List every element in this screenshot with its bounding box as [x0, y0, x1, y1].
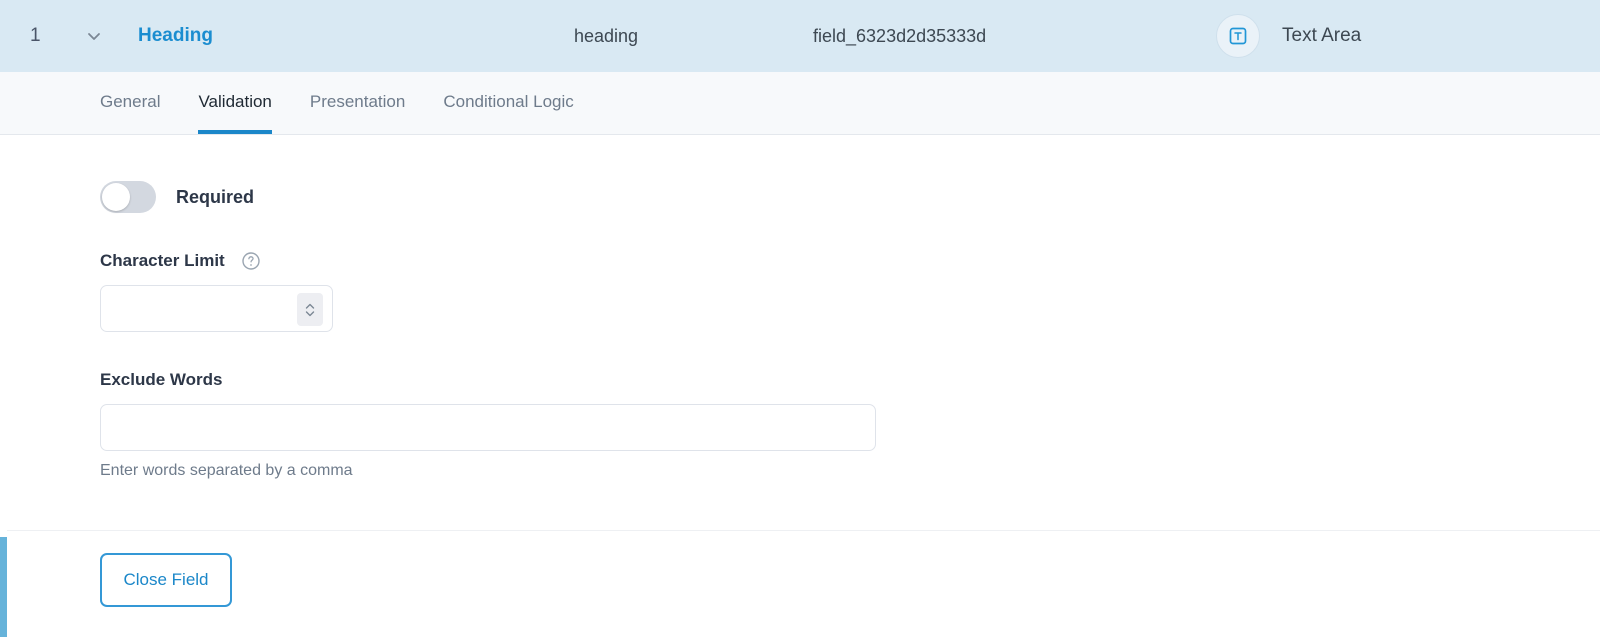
character-limit-group: Character Limit	[100, 251, 1600, 332]
field-header: 1 Heading heading field_6323d2d35333d Te…	[0, 0, 1600, 72]
panel-footer: Close Field	[7, 530, 1600, 637]
close-field-button[interactable]: Close Field	[100, 553, 232, 607]
required-row: Required	[100, 135, 1600, 213]
text-area-icon	[1216, 14, 1260, 58]
validation-panel-body: Required Character Limit Exclude Words E…	[0, 135, 1600, 537]
exclude-words-label: Exclude Words	[100, 370, 223, 389]
field-type: Text Area	[1216, 14, 1361, 58]
tab-presentation[interactable]: Presentation	[310, 72, 405, 134]
tab-general[interactable]: General	[100, 72, 160, 134]
character-limit-label-row: Character Limit	[100, 251, 1600, 271]
character-limit-stepper[interactable]	[297, 293, 323, 326]
field-type-label: Text Area	[1282, 25, 1362, 46]
exclude-words-input-wrapper[interactable]	[100, 404, 876, 451]
exclude-words-label-row: Exclude Words	[100, 370, 1600, 390]
required-toggle[interactable]	[100, 181, 156, 213]
required-label: Required	[176, 186, 255, 207]
chevron-down-icon[interactable]	[72, 26, 116, 46]
toggle-knob	[102, 183, 130, 211]
tab-validation[interactable]: Validation	[198, 72, 273, 134]
character-limit-input-wrapper[interactable]	[100, 285, 333, 332]
field-label[interactable]: Heading	[138, 25, 213, 47]
settings-tabs: General Validation Presentation Conditio…	[0, 72, 1600, 135]
tab-conditional-logic[interactable]: Conditional Logic	[443, 72, 573, 134]
question-circle-icon[interactable]	[241, 251, 261, 271]
exclude-words-help-text: Enter words separated by a comma	[100, 462, 353, 479]
character-limit-label: Character Limit	[100, 251, 225, 270]
field-settings-panel: 1 Heading heading field_6323d2d35333d Te…	[0, 0, 1600, 637]
exclude-words-input[interactable]	[101, 405, 875, 450]
exclude-words-group: Exclude Words Enter words separated by a…	[100, 370, 1600, 480]
field-index: 1	[30, 25, 41, 46]
character-limit-input[interactable]	[101, 286, 281, 331]
field-id: field_6323d2d35333d	[813, 25, 987, 46]
field-name: heading	[574, 25, 639, 46]
